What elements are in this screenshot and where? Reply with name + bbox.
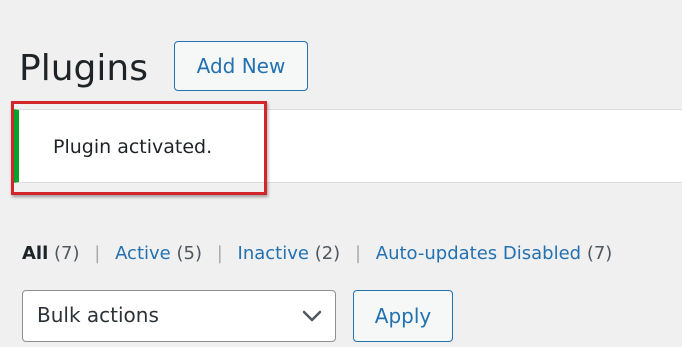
filter-inactive-link[interactable]: Inactive <box>238 243 309 264</box>
page-title: Plugins <box>19 48 148 89</box>
apply-button[interactable]: Apply <box>353 290 453 342</box>
filter-active-count: (5) <box>176 243 202 264</box>
filter-auto-updates-disabled-link[interactable]: Auto-updates Disabled <box>376 243 581 264</box>
chevron-down-icon <box>302 310 322 322</box>
plugin-activated-notice: Plugin activated. <box>13 109 682 183</box>
filter-auto-updates-disabled-count: (7) <box>586 243 613 264</box>
plugin-status-filters: All (7) | Active (5) | Inactive (2) | Au… <box>22 243 612 264</box>
filter-active-link[interactable]: Active <box>115 243 171 264</box>
filter-inactive-count: (2) <box>314 243 341 264</box>
bulk-actions-select[interactable]: Bulk actions <box>22 290 336 342</box>
filter-all-label[interactable]: All <box>22 243 48 264</box>
notice-message: Plugin activated. <box>53 136 213 158</box>
filter-all-count: (7) <box>54 243 80 264</box>
add-new-button[interactable]: Add New <box>174 41 308 91</box>
filter-separator: | <box>216 243 223 264</box>
filter-separator: | <box>354 243 362 264</box>
filter-separator: | <box>94 243 101 264</box>
bulk-actions-selected-value: Bulk actions <box>37 303 159 327</box>
